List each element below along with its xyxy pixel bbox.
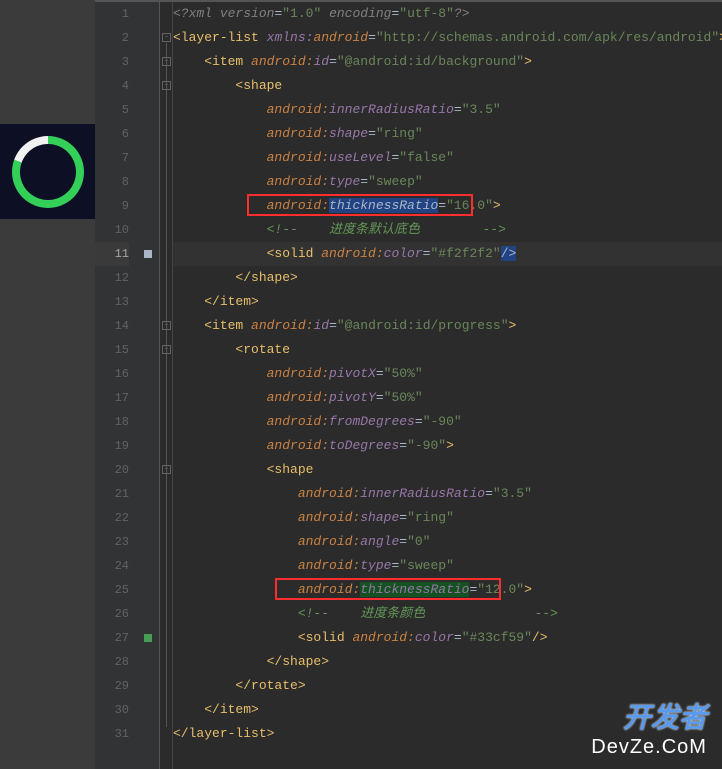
line-number: 15 xyxy=(95,338,129,362)
code-line[interactable]: android:innerRadiusRatio="3.5" xyxy=(173,98,722,122)
line-number: 26 xyxy=(95,602,129,626)
line-number: 7 xyxy=(95,146,129,170)
code-line[interactable]: android:toDegrees="-90"> xyxy=(173,434,722,458)
code-line[interactable]: </item> xyxy=(173,290,722,314)
fold-toggle-icon[interactable]: - xyxy=(162,465,171,474)
line-number: 3 xyxy=(95,50,129,74)
line-number: 19 xyxy=(95,434,129,458)
code-line[interactable]: <item android:id="@android:id/background… xyxy=(173,50,722,74)
ring-preview xyxy=(0,124,95,219)
line-number: 22 xyxy=(95,506,129,530)
line-number: 2 xyxy=(95,26,129,50)
code-line[interactable]: android:pivotY="50%" xyxy=(173,386,722,410)
line-number: 21 xyxy=(95,482,129,506)
line-number: 4 xyxy=(95,74,129,98)
fold-toggle-icon[interactable]: - xyxy=(162,33,171,42)
line-number: 27 xyxy=(95,626,129,650)
code-line[interactable]: <layer-list xmlns:android="http://schema… xyxy=(173,26,722,50)
line-number: 31 xyxy=(95,722,129,746)
code-line[interactable]: <solid android:color="#f2f2f2"/> xyxy=(173,242,722,266)
line-number: 25 xyxy=(95,578,129,602)
code-line[interactable]: <solid android:color="#33cf59"/> xyxy=(173,626,722,650)
progress-ring-hole xyxy=(20,144,76,200)
code-line[interactable]: <!-- 进度条默认底色 --> xyxy=(173,218,722,242)
code-line[interactable]: <shape xyxy=(173,458,722,482)
breakpoint-marker-icon[interactable] xyxy=(144,250,152,258)
line-number: 10 xyxy=(95,218,129,242)
line-number: 29 xyxy=(95,674,129,698)
marker-icon[interactable] xyxy=(144,634,152,642)
code-line[interactable]: <!-- 进度条颜色 --> xyxy=(173,602,722,626)
code-line[interactable]: <rotate xyxy=(173,338,722,362)
progress-ring-icon xyxy=(12,136,84,208)
line-number: 6 xyxy=(95,122,129,146)
line-number: 1 xyxy=(95,2,129,26)
fold-toggle-icon[interactable]: - xyxy=(162,81,171,90)
code-line[interactable]: android:shape="ring" xyxy=(173,506,722,530)
marker-gutter xyxy=(137,2,159,769)
code-line[interactable]: android:angle="0" xyxy=(173,530,722,554)
line-number: 16 xyxy=(95,362,129,386)
code-line[interactable]: android:type="sweep" xyxy=(173,554,722,578)
line-number: 8 xyxy=(95,170,129,194)
fold-toggle-icon[interactable]: - xyxy=(162,57,171,66)
line-number: 23 xyxy=(95,530,129,554)
line-number: 18 xyxy=(95,410,129,434)
code-line[interactable]: android:fromDegrees="-90" xyxy=(173,410,722,434)
code-line[interactable]: android:type="sweep" xyxy=(173,170,722,194)
code-editor[interactable]: 1 2 3 4 5 6 7 8 9 10 11 12 13 14 15 16 1… xyxy=(95,0,722,769)
line-number-gutter: 1 2 3 4 5 6 7 8 9 10 11 12 13 14 15 16 1… xyxy=(95,2,137,769)
code-line[interactable]: android:thicknessRatio="16.0"> xyxy=(173,194,722,218)
fold-gutter[interactable]: - - - - - - xyxy=(159,2,173,769)
code-area[interactable]: <?xml version="1.0" encoding="utf-8"?> <… xyxy=(173,2,722,769)
code-line[interactable]: <?xml version="1.0" encoding="utf-8"?> xyxy=(173,2,722,26)
code-line[interactable]: </shape> xyxy=(173,650,722,674)
code-line[interactable]: </rotate> xyxy=(173,674,722,698)
fold-toggle-icon[interactable]: - xyxy=(162,321,171,330)
line-number: 24 xyxy=(95,554,129,578)
code-line[interactable]: android:shape="ring" xyxy=(173,122,722,146)
line-number: 5 xyxy=(95,98,129,122)
code-line[interactable]: </item> xyxy=(173,698,722,722)
code-line[interactable]: android:thicknessRatio="12.0"> xyxy=(173,578,722,602)
code-line[interactable]: android:pivotX="50%" xyxy=(173,362,722,386)
line-number: 13 xyxy=(95,290,129,314)
line-number: 14 xyxy=(95,314,129,338)
code-line[interactable]: <shape xyxy=(173,74,722,98)
line-number: 17 xyxy=(95,386,129,410)
left-panel xyxy=(0,0,95,769)
line-number: 28 xyxy=(95,650,129,674)
code-line[interactable]: </shape> xyxy=(173,266,722,290)
code-line[interactable]: android:innerRadiusRatio="3.5" xyxy=(173,482,722,506)
code-line[interactable]: android:useLevel="false" xyxy=(173,146,722,170)
line-number: 30 xyxy=(95,698,129,722)
line-number: 12 xyxy=(95,266,129,290)
code-line[interactable]: <item android:id="@android:id/progress"> xyxy=(173,314,722,338)
line-number: 11 xyxy=(95,242,129,266)
line-number: 20 xyxy=(95,458,129,482)
line-number: 9 xyxy=(95,194,129,218)
code-line[interactable]: </layer-list> xyxy=(173,722,722,746)
fold-toggle-icon[interactable]: - xyxy=(162,345,171,354)
